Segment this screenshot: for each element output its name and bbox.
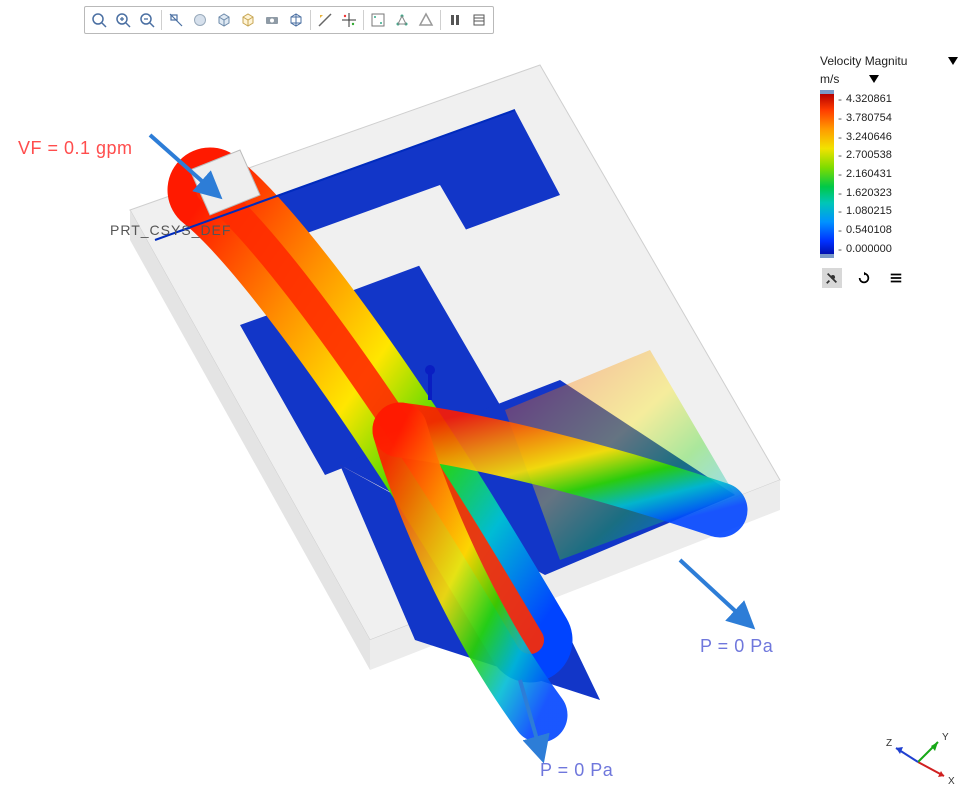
legend-units: m/s bbox=[820, 72, 839, 86]
legend-tick: 3.240646 bbox=[838, 127, 892, 146]
svg-text:X: X bbox=[948, 776, 955, 787]
legend-menu-button[interactable] bbox=[886, 268, 906, 288]
legend-tick: 2.160431 bbox=[838, 165, 892, 184]
outlet-a-label: P = 0 Pa bbox=[700, 636, 773, 657]
csys-label: PRT_CSYS_DEF bbox=[110, 222, 231, 238]
legend-title: Velocity Magnitu bbox=[820, 54, 907, 68]
legend-tick: 0.000000 bbox=[838, 239, 892, 258]
svg-text:Y: Y bbox=[942, 732, 949, 743]
legend-units-dropdown-icon[interactable] bbox=[869, 75, 879, 83]
legend-colorbar bbox=[820, 90, 834, 258]
outlet-arrow-a-icon bbox=[680, 560, 745, 620]
legend-scale: 4.320861 3.780754 3.240646 2.700538 2.16… bbox=[838, 90, 892, 258]
legend-tick: 1.620323 bbox=[838, 183, 892, 202]
legend-title-dropdown-icon[interactable] bbox=[948, 57, 958, 65]
legend-tick: 1.080215 bbox=[838, 202, 892, 221]
inlet-vf-label: VF = 0.1 gpm bbox=[18, 138, 133, 159]
legend-tick: 4.320861 bbox=[838, 90, 892, 109]
legend-tick: 3.780754 bbox=[838, 109, 892, 128]
svg-text:Z: Z bbox=[886, 738, 892, 749]
legend-tick: 2.700538 bbox=[838, 146, 892, 165]
axis-triad[interactable]: X Y Z bbox=[886, 720, 956, 790]
outlet-b-label: P = 0 Pa bbox=[540, 760, 613, 781]
color-legend: Velocity Magnitu m/s 4.320861 3.780754 3… bbox=[820, 54, 966, 288]
legend-tick: 0.540108 bbox=[838, 221, 892, 240]
legend-refresh-button[interactable] bbox=[854, 268, 874, 288]
legend-pin-button[interactable] bbox=[822, 268, 842, 288]
